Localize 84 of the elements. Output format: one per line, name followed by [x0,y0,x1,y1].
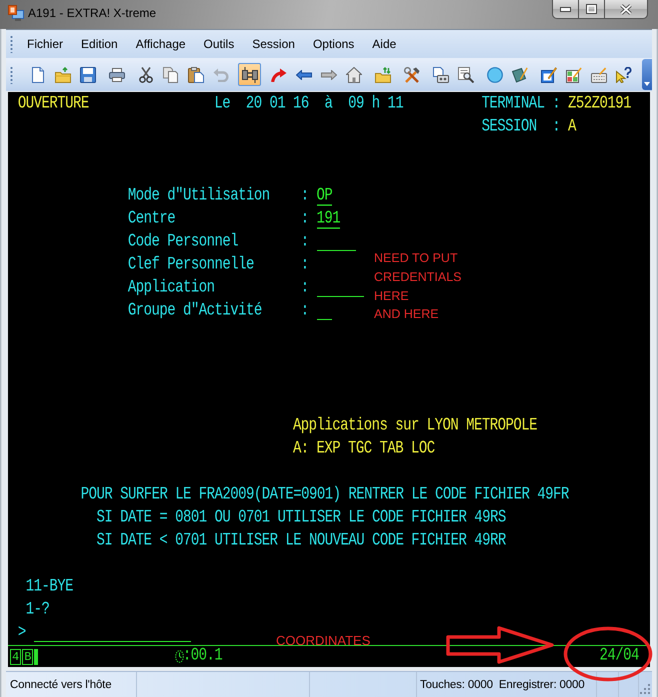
app-icon [8,5,24,21]
separator: : [300,187,309,206]
keyboard-pen-icon [590,66,606,82]
grip-handle[interactable] [10,35,13,53]
document-search-icon [458,66,474,82]
caret-icon [644,82,650,86]
window-title: A191 - EXTRA! X-treme [28,5,156,21]
timer: :00.1 [182,647,222,666]
separator: : [300,210,309,229]
separator: : [552,118,560,137]
record-counter: Enregistrer: 0000 [498,678,585,690]
separator: : [300,279,309,298]
applications-title: Applications sur LYON METROPOLE [292,417,537,436]
printer-icon [108,68,124,82]
help-cursor-icon [616,66,632,82]
separator: : [300,256,309,275]
separator: : [552,95,560,114]
folder-arrows-icon [374,66,390,82]
window-pen-icon [540,66,556,82]
document-icon [32,66,44,82]
date-time: Le 20 01 16 à 09 h 11 [214,95,404,114]
field-label: Groupe d"Activité [128,302,262,321]
toolbar-overflow-button[interactable] [642,59,652,90]
clipboard-icon [188,66,204,82]
menu-item[interactable]: Fichier [18,32,72,56]
menu-item[interactable]: Affichage [126,32,195,56]
separator: : [300,302,309,321]
maximize-icon [586,4,597,14]
input-field[interactable]: OP [316,188,332,206]
notice-line: POUR SURFER LE FRA2009(DATE=0901) RENTRER LE CODE FICHIER 49FR [80,486,569,505]
notice-line: SI DATE = 0801 OU 0701 UTILISER LE CODE FICHIER 49RS [96,509,506,528]
close-icon [620,4,632,14]
cursor-position: 24/04 [599,647,639,666]
menu-item[interactable]: Aide [363,32,406,56]
separator: : [300,233,309,252]
undo-icon [212,68,228,82]
screen-title: OUVERTURE [18,95,89,114]
circle-icon [486,66,502,82]
grip-handle[interactable] [10,66,13,84]
copy-icon [163,66,178,82]
connection-status: Connecté vers l'hôte [10,678,112,690]
notice-line: SI DATE < 0701 UTILISER LE NOUVEAU CODE FICHIER 49RR [96,532,506,551]
tools-icon [404,66,420,82]
field-label: Code Personnel [128,233,238,252]
grid-pen-icon [566,66,582,82]
scissors-icon [138,66,152,82]
annotation-label: COORDINATES [276,633,370,649]
toolbar-button[interactable] [238,63,261,86]
notepad-pen-icon [512,66,528,82]
maximize-button[interactable] [578,0,604,19]
clock-icon [175,650,184,663]
minimize-icon [560,6,571,12]
field-label: Clef Personnelle [128,256,254,275]
indicator-box: B [22,648,34,664]
menu-item[interactable]: Session [243,32,304,56]
session-id: A [568,118,576,137]
prompt: > [18,624,26,643]
field-label: Mode d"Utilisation [128,187,270,206]
menu-option: 11-BYE [26,578,73,597]
indicator-box: 4 [10,648,22,664]
connector-icon [242,66,258,82]
left-arrow-icon [296,70,312,80]
field-label: Application [128,279,214,298]
close-button[interactable] [604,0,648,19]
resize-grip[interactable] [640,684,650,694]
home-icon [346,66,362,82]
menu-option: 1-? [26,601,50,620]
minimize-button[interactable] [552,0,578,19]
curved-arrow-icon [270,68,286,82]
annotation-note: NEED TO PUT CREDENTIALS HERE AND HERE [374,250,462,324]
document-tape-icon [432,66,448,82]
terminal-id: Z52Z0191 [568,95,631,114]
field-label: Centre [128,210,176,229]
input-field[interactable]: 191 [316,210,340,228]
block-icon [34,648,38,664]
menu-item[interactable]: Outils [194,32,244,56]
terminal-label: TERMINAL [482,95,545,114]
menu-item[interactable]: Edition [72,32,127,56]
session-label: SESSION [482,118,537,137]
keystroke-counter: Touches: 0000 [420,678,493,690]
applications-list: A: EXP TGC TAB LOC [292,440,435,459]
right-arrow-icon [320,70,336,80]
menu-item[interactable]: Options [304,32,364,56]
folder-icon [54,66,70,82]
